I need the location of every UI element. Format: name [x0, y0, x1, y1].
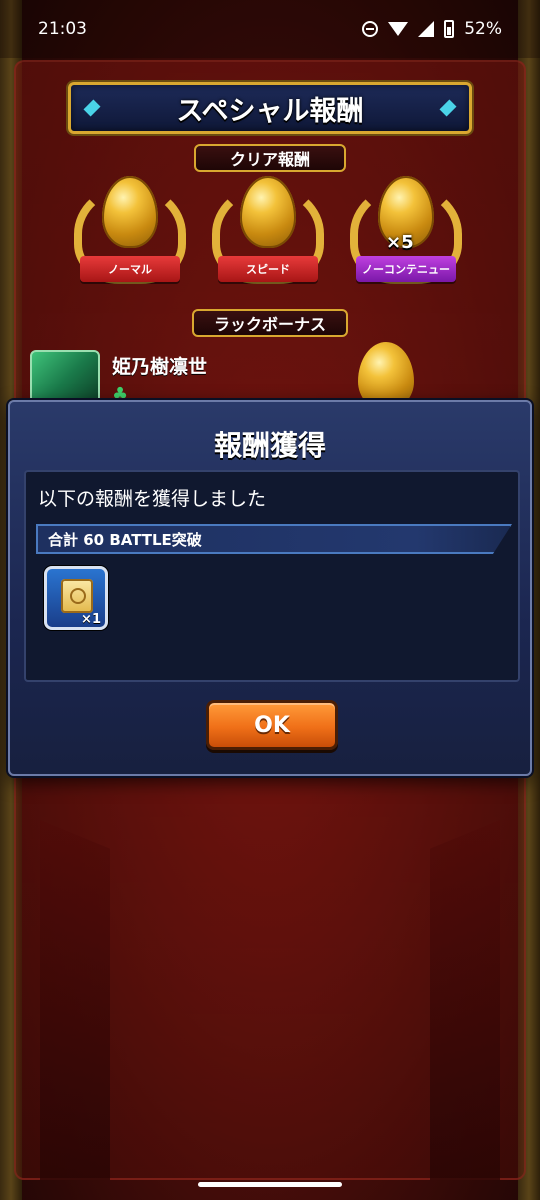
battery-icon: [444, 20, 455, 38]
gem-right-icon: [439, 99, 457, 117]
achievement-banner: 合計 60 BATTLE突破: [36, 524, 512, 554]
scroll-icon: [61, 579, 93, 613]
cell-signal-icon: [418, 21, 435, 37]
decor-pillar-left: [40, 820, 110, 1180]
medal-ribbon: ノーマル: [80, 256, 180, 282]
character-name: 姫乃樹凛世: [112, 356, 208, 378]
wifi-icon: [388, 22, 409, 36]
title-banner: スペシャル報酬: [68, 82, 472, 134]
gem-left-icon: [83, 99, 101, 117]
status-bar: 21:03 52%: [0, 0, 540, 58]
reward-medal-normal: ノーマル: [70, 176, 190, 306]
home-indicator[interactable]: [198, 1182, 342, 1187]
clear-reward-banner: クリア報酬: [194, 144, 346, 172]
reward-medal-no-continue: ×5 ノーコンテニュー: [346, 176, 466, 306]
multiplier-label: ×5: [386, 232, 414, 253]
status-icons: 52%: [362, 19, 502, 39]
reward-medal-speed: スピード: [208, 176, 328, 306]
battery-percent: 52%: [464, 19, 502, 39]
achievement-label: 合計 60 BATTLE突破: [48, 530, 202, 549]
item-count: ×1: [81, 612, 101, 627]
dialog-message: 以下の報酬を獲得しました: [38, 488, 267, 510]
medal-ribbon: ノーコンテニュー: [356, 256, 456, 282]
ok-button[interactable]: OK: [206, 700, 338, 750]
dialog-content-panel: 以下の報酬を獲得しました 合計 60 BATTLE突破 ×1: [24, 470, 520, 682]
medal-ribbon: スピード: [218, 256, 318, 282]
decor-pillar-right: [430, 820, 500, 1180]
reward-item-tile[interactable]: ×1: [44, 566, 108, 630]
do-not-disturb-icon: [362, 21, 379, 37]
reward-dialog: 報酬獲得 以下の報酬を獲得しました 合計 60 BATTLE突破 ×1 OK: [8, 400, 532, 776]
dialog-title: 報酬獲得: [213, 429, 326, 462]
game-screen: 21:03 52% スペシャル報酬 クリア報酬 ノーマル スピード ×5 ノーコ…: [0, 0, 540, 1200]
luck-bonus-banner: ラックボーナス: [192, 309, 348, 337]
page-title: スペシャル報酬: [176, 95, 364, 127]
status-time: 21:03: [38, 19, 87, 39]
